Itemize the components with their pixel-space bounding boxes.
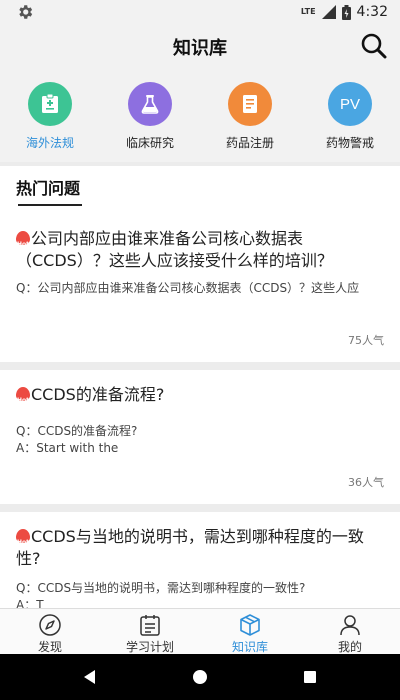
search-icon — [361, 33, 387, 59]
document-icon — [243, 95, 257, 113]
page-title: 知识库 — [173, 38, 227, 59]
popularity-count: 36人气 — [348, 476, 384, 489]
status-bar: LTE 4:32 — [0, 0, 400, 24]
question-title: Hot 公司内部应由谁来准备公司核心数据表（CCDS）？这些人应该接受什么样的培训… — [16, 229, 333, 270]
category-label: 药品注册 — [225, 136, 274, 150]
category-bar: 海外法规 临床研究 药品注册 PV 药物警戒 — [0, 70, 400, 162]
calendar-icon — [140, 615, 160, 636]
category-clinical-research[interactable]: 临床研究 — [100, 82, 200, 151]
category-pharmacovigilance[interactable]: PV 药物警戒 — [300, 82, 400, 151]
battery-icon — [341, 4, 351, 20]
tab-knowledge-base[interactable]: 知识库 — [200, 609, 300, 655]
network-type: LTE — [300, 7, 316, 16]
search-button[interactable] — [358, 30, 390, 62]
flask-icon — [141, 95, 159, 114]
section-underline — [18, 204, 82, 206]
question-card[interactable]: Hot CCDS与当地的说明书，需达到哪种程度的一致性? Q：CCDS与当地的说明… — [0, 512, 400, 608]
hot-badge: Hot — [16, 529, 31, 546]
question-card[interactable]: Hot CCDS的准备流程? Q：CCDS的准备流程? A：Start with … — [0, 370, 400, 504]
person-icon — [340, 615, 360, 636]
gear-icon — [19, 5, 33, 19]
signal-icon — [321, 5, 336, 19]
compass-icon — [39, 614, 61, 636]
category-icon-circle — [228, 82, 272, 126]
recents-icon[interactable] — [302, 669, 318, 685]
question-title: Hot CCDS的准备流程? — [16, 385, 165, 404]
hot-questions-header: 热门问题 — [0, 166, 400, 216]
tab-label: 知识库 — [231, 640, 268, 654]
clock: 4:32 — [356, 4, 388, 20]
question-summary: Q：公司内部应由谁来准备公司核心数据表（CCDS）？这些人应 — [16, 281, 360, 295]
law-book-icon — [42, 94, 58, 113]
back-icon[interactable] — [82, 669, 98, 685]
tab-study-plan[interactable]: 学习计划 — [100, 609, 200, 655]
question-title: Hot CCDS与当地的说明书，需达到哪种程度的一致性? — [16, 527, 364, 568]
hot-badge: Hot — [16, 231, 31, 248]
category-icon-circle: PV — [328, 82, 372, 126]
tab-label: 我的 — [337, 640, 362, 654]
question-card[interactable]: Hot 公司内部应由谁来准备公司核心数据表（CCDS）？这些人应该接受什么样的培训… — [0, 216, 400, 362]
tab-discover[interactable]: 发现 — [0, 609, 100, 655]
category-label: 药物警戒 — [325, 136, 374, 150]
section-title: 热门问题 — [16, 179, 81, 198]
app-header: 知识库 — [0, 24, 400, 70]
home-icon[interactable] — [192, 669, 208, 685]
box-icon — [240, 614, 260, 636]
category-icon-circle — [128, 82, 172, 126]
category-drug-registration[interactable]: 药品注册 — [200, 82, 300, 151]
pv-icon: PV — [339, 95, 360, 113]
category-label: 海外法规 — [25, 136, 74, 150]
category-overseas-regulations[interactable]: 海外法规 — [0, 82, 100, 151]
question-summary: Q：CCDS与当地的说明书，需达到哪种程度的一致性? A：T — [16, 581, 306, 608]
popularity-count: 75人气 — [348, 334, 384, 347]
question-summary: Q：CCDS的准备流程? A：Start with the — [16, 424, 138, 455]
hot-badge: Hot — [16, 387, 31, 404]
tab-label: 发现 — [37, 640, 62, 654]
system-nav-bar — [0, 654, 400, 700]
bottom-tab-bar: 发现 学习计划 知识库 我的 — [0, 608, 400, 654]
category-label: 临床研究 — [125, 136, 174, 150]
tab-label: 学习计划 — [125, 640, 174, 654]
tab-mine[interactable]: 我的 — [300, 609, 400, 655]
category-icon-circle — [28, 82, 72, 126]
